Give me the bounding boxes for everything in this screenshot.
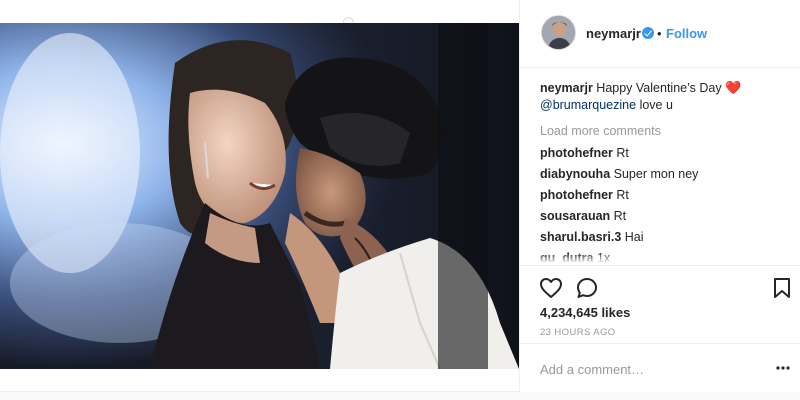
- caption-text: Happy Valentine’s Day: [596, 81, 722, 95]
- load-more-comments-button[interactable]: Load more comments: [540, 121, 790, 141]
- comment-text: Rt: [613, 209, 627, 223]
- verified-icon: [642, 27, 654, 39]
- bookmark-icon[interactable]: [770, 276, 794, 300]
- comments-fade: [540, 253, 790, 263]
- comment-item: photohefner Rt: [540, 185, 790, 205]
- caption: neymarjr Happy Valentine’s Day ❤️ @bruma…: [540, 79, 790, 114]
- avatar-image: [542, 16, 575, 49]
- heart-emoji: ❤️: [725, 80, 742, 95]
- comment-bubble-icon[interactable]: [575, 276, 599, 300]
- comment-input[interactable]: [540, 359, 760, 379]
- post-sidebar: neymarjr • Follow neymarjr Happy Valenti…: [519, 0, 800, 392]
- like-heart-icon[interactable]: [539, 276, 563, 300]
- caption-mention[interactable]: @brumarquezine: [540, 98, 636, 112]
- post-photo[interactable]: [0, 23, 519, 369]
- separator-dot: •: [657, 26, 662, 41]
- more-options-icon[interactable]: [775, 360, 791, 376]
- avatar[interactable]: [541, 15, 576, 50]
- comment-text: Rt: [616, 146, 629, 160]
- comment-username[interactable]: photohefner: [540, 188, 613, 202]
- comment-item: diabynouha Super mon ney: [540, 164, 790, 184]
- couple-photo-illustration: [0, 23, 519, 369]
- follow-button[interactable]: Follow: [666, 26, 707, 41]
- caption-text-after: love u: [639, 98, 673, 112]
- comment-item: sousarauan Rt: [540, 206, 790, 226]
- comment-text: Hai: [624, 230, 644, 244]
- header-username[interactable]: neymarjr: [586, 26, 641, 41]
- action-bar: [520, 265, 800, 305]
- comment-item: sharul.basri.3 Hai: [540, 227, 790, 247]
- likes-count[interactable]: 4,234,645 likes: [540, 305, 630, 320]
- post-container: neymarjr • Follow neymarjr Happy Valenti…: [0, 0, 800, 392]
- comment-text: Rt: [616, 188, 629, 202]
- comment-username[interactable]: sharul.basri.3: [540, 230, 621, 244]
- post-header: neymarjr • Follow: [520, 0, 800, 68]
- comment-username[interactable]: diabynouha: [540, 167, 610, 181]
- post-timestamp[interactable]: 23 HOURS AGO: [540, 327, 616, 338]
- caption-username[interactable]: neymarjr: [540, 81, 593, 95]
- comments-list[interactable]: neymarjr Happy Valentine’s Day ❤️ @bruma…: [540, 79, 790, 263]
- comment-text: Super mon ney: [613, 167, 699, 181]
- comment-item: photohefner Rt: [540, 143, 790, 163]
- comment-username[interactable]: photohefner: [540, 146, 613, 160]
- add-comment-section: [520, 343, 800, 392]
- comment-username[interactable]: sousarauan: [540, 209, 610, 223]
